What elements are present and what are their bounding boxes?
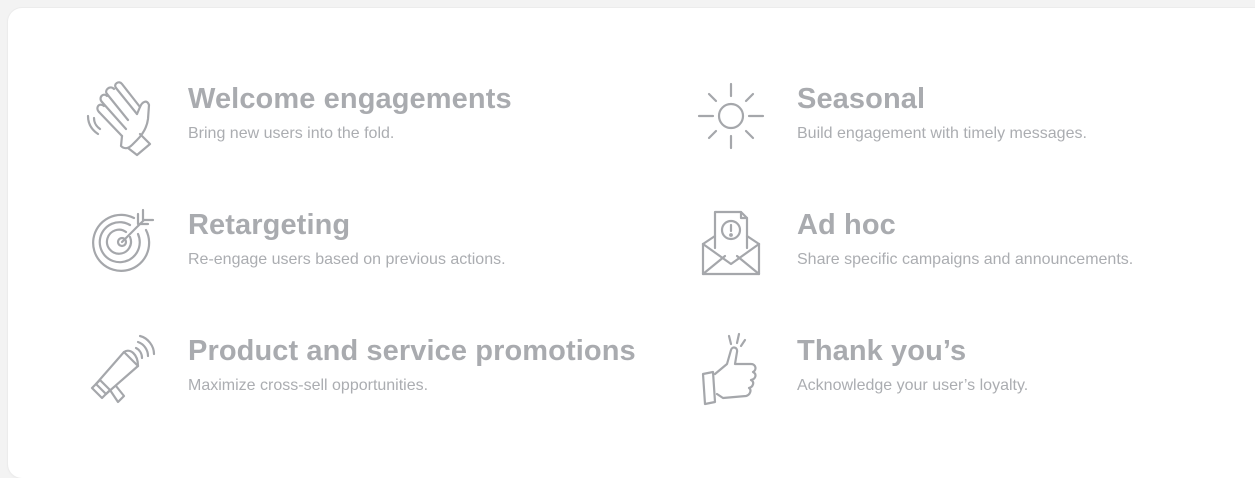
thumbs-up-icon [689, 326, 773, 410]
engagement-description: Build engagement with timely messages. [797, 125, 1087, 142]
engagement-title: Retargeting [188, 209, 351, 241]
engagement-title: Seasonal [797, 83, 926, 115]
engagement-title: Ad hoc [797, 209, 896, 241]
engagement-item-ad-hoc[interactable]: Ad hoc Share specific campaigns and anno… [689, 202, 1230, 328]
engagement-item-thank-you[interactable]: Thank you’s Acknowledge your user’s loya… [689, 328, 1230, 454]
engagement-title: Welcome engagements [188, 83, 512, 115]
sun-icon [689, 74, 773, 158]
engagement-item-retargeting[interactable]: Retargeting Re-engage users based on pre… [80, 202, 689, 328]
megaphone-icon [80, 326, 164, 410]
engagement-description: Bring new users into the fold. [188, 125, 395, 142]
engagement-description: Maximize cross-sell opportunities. [188, 377, 429, 394]
waving-hand-icon [80, 74, 164, 158]
engagement-item-seasonal[interactable]: Seasonal Build engagement with timely me… [689, 76, 1230, 202]
engagement-item-welcome[interactable]: Welcome engagements Bring new users into… [80, 76, 689, 202]
engagement-description: Re-engage users based on previous action… [188, 251, 506, 268]
engagement-description: Share specific campaigns and announcemen… [797, 251, 1134, 268]
engagement-title: Thank you’s [797, 335, 967, 367]
target-arrow-icon [80, 200, 164, 284]
engagement-types-card: Welcome engagements Bring new users into… [8, 8, 1255, 478]
envelope-alert-icon [689, 200, 773, 284]
engagement-item-promotions[interactable]: Product and service promotions Maximize … [80, 328, 689, 454]
engagement-title: Product and service promotions [188, 335, 636, 367]
engagement-types-grid: Welcome engagements Bring new users into… [80, 76, 1230, 454]
engagement-description: Acknowledge your user’s loyalty. [797, 377, 1029, 394]
